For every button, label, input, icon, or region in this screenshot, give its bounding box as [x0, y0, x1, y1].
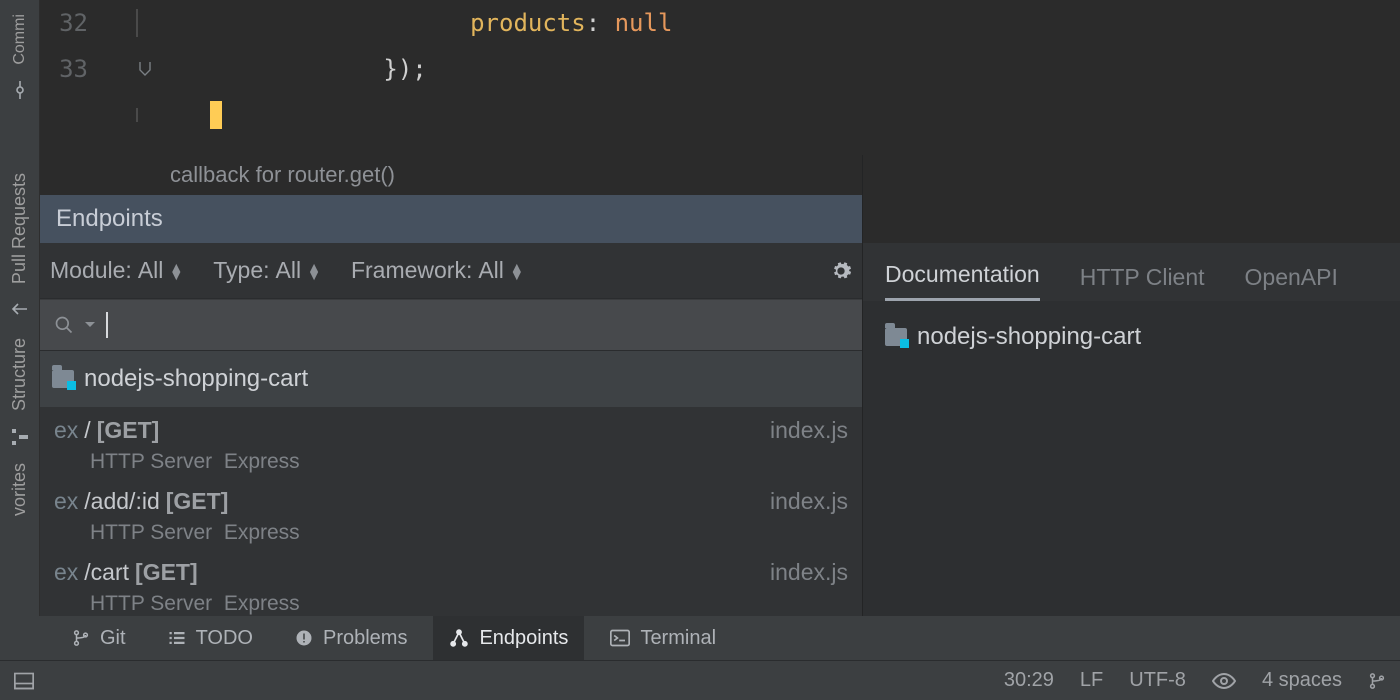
tab-openapi[interactable]: OpenAPI: [1245, 264, 1338, 301]
endpoint-route: /add/:id: [84, 488, 159, 515]
endpoint-route: /cart: [84, 559, 129, 586]
status-bar: 30:29 LF UTF-8 4 spaces: [0, 660, 1400, 700]
endpoints-filter-bar: Module: All ▲▼ Type: All ▲▼ Framework: A…: [40, 243, 862, 299]
fold-end-icon[interactable]: [136, 60, 154, 78]
endpoint-item[interactable]: ex /cart [GET] index.js HTTP Server Expr…: [40, 549, 862, 616]
framework-filter[interactable]: Framework: All ▲▼: [351, 257, 524, 284]
list-icon: [168, 629, 186, 647]
code-editor[interactable]: 32 33 products: null });: [40, 0, 1400, 155]
line-separator[interactable]: LF: [1080, 669, 1103, 692]
tab-http-client[interactable]: HTTP Client: [1080, 264, 1205, 301]
folder-icon: [885, 328, 907, 346]
editor-caret: [210, 101, 222, 129]
tool-window-title: Endpoints: [40, 195, 862, 243]
endpoint-prefix: ex: [54, 488, 78, 515]
structure-icon: [12, 429, 28, 445]
project-row[interactable]: nodejs-shopping-cart: [40, 351, 862, 407]
caret-position[interactable]: 30:29: [1004, 669, 1054, 692]
search-input[interactable]: [118, 312, 848, 338]
text-cursor: [106, 312, 108, 338]
code-line[interactable]: });: [210, 46, 1400, 92]
tool-window-strip-left: Pull Requests Structure vorites: [0, 155, 40, 616]
endpoint-method: [GET]: [166, 488, 229, 515]
layout-icon[interactable]: [14, 672, 34, 690]
module-filter[interactable]: Module: All ▲▼: [50, 257, 183, 284]
tab-todo[interactable]: TODO: [152, 616, 269, 660]
sidebar-label-favorites[interactable]: vorites: [9, 463, 30, 516]
tool-window-strip-top: Commi: [0, 0, 40, 155]
endpoint-method: [GET]: [97, 417, 160, 444]
line-number: 33: [40, 55, 96, 83]
inspections-eye-icon[interactable]: [1212, 672, 1236, 690]
endpoint-detail-pane: Documentation HTTP Client OpenAPI nodejs…: [862, 155, 1400, 616]
branch-icon: [72, 629, 90, 647]
folder-icon: [52, 370, 74, 388]
line-number: 32: [40, 9, 96, 37]
tab-documentation[interactable]: Documentation: [885, 261, 1040, 301]
editor-gutter: 32 33: [40, 0, 210, 155]
endpoints-tool-window: callback for router.get() Endpoints Modu…: [40, 155, 862, 616]
detail-tabs: Documentation HTTP Client OpenAPI: [863, 243, 1400, 301]
endpoints-search[interactable]: [40, 299, 862, 351]
search-icon: [54, 315, 74, 335]
endpoint-file: index.js: [770, 417, 848, 444]
sort-arrows-icon: ▲▼: [169, 263, 183, 279]
sidebar-label-pullrequests[interactable]: Pull Requests: [9, 173, 30, 284]
project-name: nodejs-shopping-cart: [84, 365, 308, 393]
warn-icon: [295, 629, 313, 647]
pull-request-icon: [11, 302, 29, 320]
terminal-icon: [610, 629, 630, 647]
documentation-project: nodejs-shopping-cart: [885, 323, 1378, 351]
endpoint-item[interactable]: ex / [GET] index.js HTTP Server Express: [40, 407, 862, 478]
inlay-hint: callback for router.get(): [40, 155, 862, 195]
sort-arrows-icon: ▲▼: [510, 263, 524, 279]
endpoint-file: index.js: [770, 488, 848, 515]
chevron-down-icon[interactable]: [84, 319, 96, 331]
tab-git[interactable]: Git: [56, 616, 142, 660]
endpoint-prefix: ex: [54, 559, 78, 586]
endpoint-file: index.js: [770, 559, 848, 586]
code-line[interactable]: products: null: [210, 0, 1400, 46]
tab-endpoints[interactable]: Endpoints: [433, 616, 584, 660]
gear-icon[interactable]: [830, 260, 852, 282]
code-line[interactable]: [210, 92, 1400, 138]
sidebar-label-commit[interactable]: Commi: [11, 14, 29, 65]
endpoint-item[interactable]: ex /add/:id [GET] index.js HTTP Server E…: [40, 478, 862, 549]
bottom-tool-tabs: Git TODO Problems Endpoints Terminal: [0, 616, 1400, 660]
indent-setting[interactable]: 4 spaces: [1262, 669, 1342, 692]
endpoint-prefix: ex: [54, 417, 78, 444]
endpoint-route: /: [84, 417, 90, 444]
sort-arrows-icon: ▲▼: [307, 263, 321, 279]
file-encoding[interactable]: UTF-8: [1129, 669, 1186, 692]
endpoints-list: ex / [GET] index.js HTTP Server Express …: [40, 407, 862, 616]
tab-terminal[interactable]: Terminal: [594, 616, 732, 660]
commit-graph-icon: [11, 81, 29, 99]
tab-problems[interactable]: Problems: [279, 616, 423, 660]
branch-icon[interactable]: [1368, 672, 1386, 690]
type-filter[interactable]: Type: All ▲▼: [213, 257, 321, 284]
graph-icon: [449, 628, 469, 648]
endpoint-method: [GET]: [135, 559, 198, 586]
sidebar-label-structure[interactable]: Structure: [9, 338, 30, 411]
